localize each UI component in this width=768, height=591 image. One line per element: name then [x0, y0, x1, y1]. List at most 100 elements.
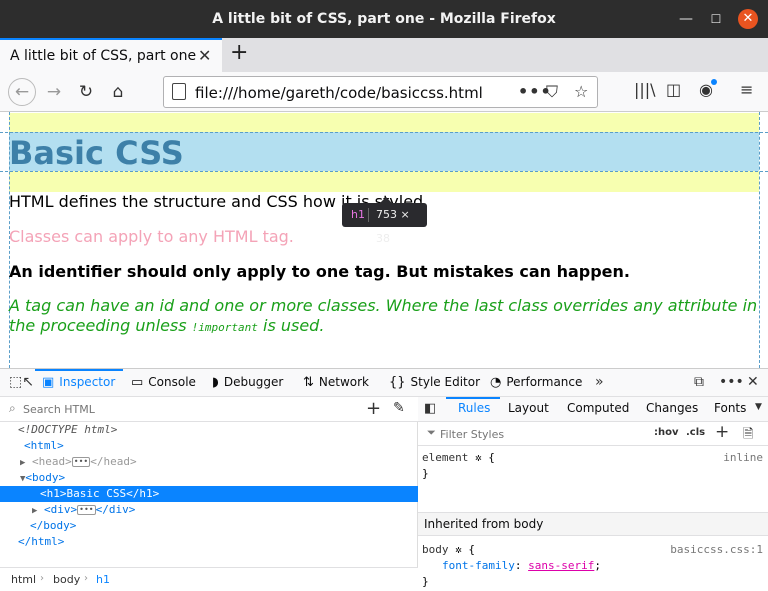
breadcrumb-separator-icon: › [40, 573, 44, 584]
home-icon[interactable]: ⌂ [106, 80, 130, 104]
style-editor-icon: {} [389, 375, 406, 390]
print-simulation-icon[interactable]: 🗎 [743, 425, 753, 447]
window-titlebar: A little bit of CSS, part one - Mozilla … [0, 0, 768, 38]
search-icon: ⌕ [9, 401, 16, 415]
forward-arrow-icon[interactable]: → [42, 80, 66, 104]
eyedropper-icon[interactable]: ✎ [393, 400, 405, 416]
pocket-icon[interactable]: ⛉ [546, 82, 558, 102]
expand-triangle-icon[interactable]: ▶ [32, 506, 37, 516]
tab-strip: A little bit of CSS, part one ✕ + [0, 38, 768, 72]
breadcrumb-html[interactable]: html [11, 573, 36, 586]
tree-node-html[interactable]: <html> [0, 438, 418, 454]
element-picker-icon[interactable]: ⬚↖ [9, 374, 34, 390]
search-html-input[interactable] [23, 401, 343, 418]
rule-body: body ✲ { basiccss.css:1 font-family: san… [422, 542, 763, 588]
important-code: !important [191, 321, 258, 334]
sidebar-icon[interactable]: ◫ [666, 80, 681, 99]
new-tab-icon[interactable]: + [230, 40, 248, 65]
tab-inspector[interactable]: ▣ Inspector [42, 375, 115, 390]
devtools-menu-icon[interactable]: ••• [719, 374, 744, 390]
tree-node-body[interactable]: ▼<body> [0, 470, 418, 486]
browser-tab[interactable]: A little bit of CSS, part one ✕ [0, 38, 222, 72]
tree-node-doctype[interactable]: <!DOCTYPE html> [0, 422, 418, 438]
add-rule-icon[interactable]: + [715, 422, 729, 442]
property-value[interactable]: sans-serif [528, 559, 594, 572]
tabs-overflow-icon[interactable]: ▼ [755, 402, 762, 412]
toggle-pane-icon[interactable]: ◧ [424, 401, 436, 416]
window-title: A little bit of CSS, part one - Mozilla … [212, 11, 556, 27]
tab-fonts[interactable]: Fonts [714, 401, 746, 415]
markup-pane: ⌕ + ✎ <!DOCTYPE html> <html> ▶ <head>•••… [0, 397, 418, 591]
p4-text-start: A tag can have an id and one or more cla… [9, 296, 758, 335]
tab-network[interactable]: ⇅ Network [303, 375, 369, 390]
sidebar-pane: ◧ Rules Layout Computed Changes Fonts ▼ … [418, 397, 768, 591]
add-node-icon[interactable]: + [366, 398, 381, 419]
tree-node-html-close[interactable]: </html> [0, 534, 418, 550]
tab-style-editor[interactable]: {} Style Editor [389, 375, 480, 390]
bookmark-star-icon[interactable]: ☆ [574, 82, 588, 101]
rule-source: inline [723, 451, 763, 464]
devtools-toolbar: ⬚↖ ▣ Inspector ▭ Console ◗ Debugger ⇅ Networ… [0, 368, 768, 397]
breadcrumb-h1[interactable]: h1 [96, 573, 110, 586]
tree-node-div[interactable]: ▶ <div> ••• </div> [0, 502, 418, 518]
cls-toggle[interactable]: .cls [686, 427, 705, 438]
dock-icon[interactable]: ⧉ [694, 374, 704, 390]
library-icon[interactable]: |||\ [634, 80, 656, 99]
page-icon [172, 83, 186, 100]
gear-icon[interactable]: ✲ [455, 543, 462, 556]
tab-layout[interactable]: Layout [508, 401, 549, 415]
reload-icon[interactable]: ↻ [74, 80, 98, 104]
page-content: Basic CSS HTML defines the structure and… [0, 112, 768, 368]
tab-console[interactable]: ▭ Console [131, 375, 196, 390]
tree-node-head[interactable]: ▶ <head> ••• </head> [0, 454, 418, 470]
html-search-row: ⌕ + ✎ [0, 397, 418, 422]
back-arrow-icon[interactable]: ← [8, 78, 36, 106]
more-tools-chevron-icon[interactable]: » [595, 374, 604, 390]
filter-styles-row: ⏷ :hov .cls + 🗎 [418, 422, 768, 446]
debugger-icon: ◗ [212, 375, 219, 390]
breadcrumb-body[interactable]: body [53, 573, 80, 586]
guide-line-top [0, 132, 768, 133]
expand-triangle-icon[interactable]: ▶ [20, 458, 25, 468]
property-name[interactable]: font-family [442, 559, 515, 572]
tab-performance[interactable]: ◔ Performance [490, 375, 582, 390]
url-text[interactable]: file:///home/gareth/code/basiccss.html [195, 84, 483, 102]
collapsed-content-icon[interactable]: ••• [77, 505, 96, 515]
hov-toggle[interactable]: :hov [654, 427, 679, 438]
maximize-icon[interactable]: ☐ [706, 9, 726, 29]
account-icon[interactable]: ◉ [699, 79, 717, 99]
infobar-tag: h1 [351, 208, 365, 221]
network-icon: ⇅ [303, 375, 314, 390]
tab-debugger[interactable]: ◗ Debugger [212, 375, 283, 390]
filter-styles-input[interactable] [440, 426, 640, 442]
console-icon: ▭ [131, 375, 144, 390]
rule-selector[interactable]: body [422, 543, 449, 556]
inspector-icon: ▣ [42, 375, 55, 390]
performance-icon: ◔ [490, 375, 502, 390]
tab-close-icon[interactable]: ✕ [198, 46, 211, 65]
close-devtools-icon[interactable]: ✕ [747, 374, 759, 390]
h1-margin-bottom [9, 171, 759, 192]
tree-node-body-close[interactable]: </body> [0, 518, 418, 534]
h1-margin-top [9, 113, 759, 132]
rule-source-link[interactable]: basiccss.css:1 [670, 542, 763, 558]
tree-node-h1-selected[interactable]: <h1>Basic CSS</h1> [0, 486, 418, 502]
url-bar[interactable]: file:///home/gareth/code/basiccss.html •… [163, 76, 598, 108]
tab-rules[interactable]: Rules [458, 401, 490, 415]
close-window-icon[interactable]: ✕ [738, 9, 758, 29]
sidebar-tabs: ◧ Rules Layout Computed Changes Fonts ▼ [418, 397, 768, 422]
hamburger-menu-icon[interactable]: ≡ [740, 80, 753, 99]
guide-line-bottom [0, 171, 768, 172]
collapsed-content-icon[interactable]: ••• [71, 457, 91, 467]
devtools-panel: ⬚↖ ▣ Inspector ▭ Console ◗ Debugger ⇅ Networ… [0, 368, 768, 591]
p4-text-end: is used. [257, 316, 325, 335]
paragraph-important: A tag can have an id and one or more cla… [9, 296, 759, 338]
minimize-icon[interactable]: — [676, 9, 696, 29]
tab-computed[interactable]: Computed [567, 401, 629, 415]
tab-title: A little bit of CSS, part one [10, 48, 197, 64]
gear-icon[interactable]: ✲ [475, 451, 482, 464]
rule-selector[interactable]: element [422, 451, 468, 464]
infobar-dimensions: 753 × 38 [376, 208, 410, 245]
tab-changes[interactable]: Changes [646, 401, 698, 415]
page-heading: Basic CSS [9, 134, 184, 172]
